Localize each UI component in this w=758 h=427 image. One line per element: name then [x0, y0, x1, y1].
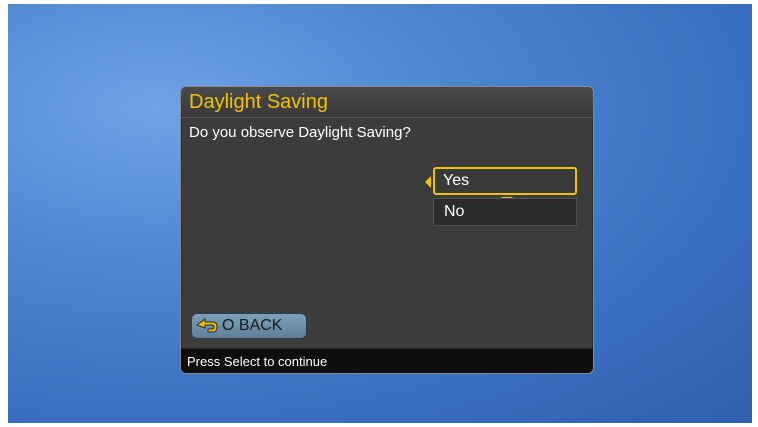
dialog-title: Daylight Saving	[189, 91, 328, 113]
back-button-label: O BACK	[222, 317, 283, 334]
status-text: Press Select to continue	[187, 354, 328, 369]
back-arrow-icon	[195, 318, 218, 333]
dialog-title-bar: Daylight Saving	[181, 87, 593, 118]
option-yes-label: Yes	[443, 172, 470, 189]
options-list: Yes No	[425, 167, 581, 229]
option-no[interactable]: No	[433, 198, 577, 226]
daylight-saving-dialog: Daylight Saving Do you observe Daylight …	[180, 86, 594, 374]
back-button[interactable]: O BACK	[191, 313, 307, 339]
question-text: Do you observe Daylight Saving?	[189, 124, 411, 141]
option-no-label: No	[444, 203, 465, 220]
option-yes[interactable]: Yes	[425, 167, 577, 203]
left-arrow-icon	[425, 176, 431, 188]
status-bar: Press Select to continue	[181, 348, 593, 373]
tv-screen-background: Daylight Saving Do you observe Daylight …	[8, 4, 752, 423]
